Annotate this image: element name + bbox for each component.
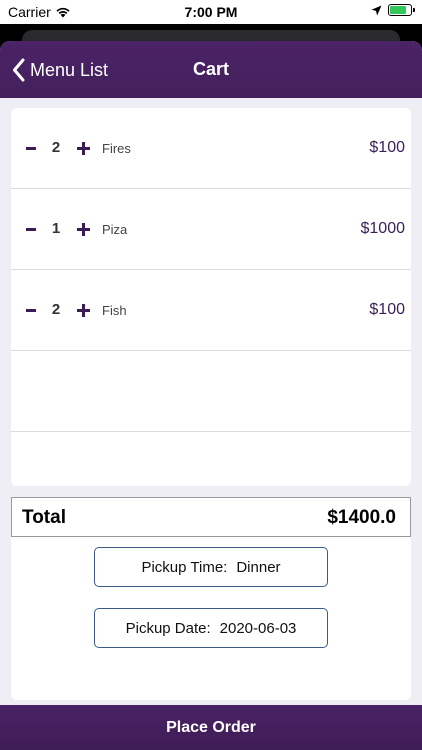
item-quantity: 2 bbox=[51, 301, 61, 318]
navigation-bar: Menu List Cart bbox=[0, 41, 422, 98]
total-label: Total bbox=[22, 507, 66, 528]
increase-quantity-button[interactable] bbox=[73, 217, 93, 241]
cart-item-row: 2 Fires $100 bbox=[11, 108, 411, 189]
increase-quantity-button[interactable] bbox=[73, 298, 93, 322]
item-name: Piza bbox=[102, 222, 128, 237]
battery-level bbox=[390, 6, 406, 14]
cart-item-row: 1 Piza $1000 bbox=[11, 189, 411, 270]
item-name: Fish bbox=[102, 303, 127, 318]
item-quantity: 1 bbox=[51, 220, 61, 237]
plus-icon bbox=[76, 222, 90, 236]
pickup-panel: Pickup Time: Dinner Pickup Date: 2020-06… bbox=[11, 537, 411, 700]
empty-row bbox=[11, 432, 411, 486]
item-quantity: 2 bbox=[51, 139, 61, 156]
status-bar: Carrier 7:00 PM bbox=[0, 0, 422, 24]
pickup-date-value: 2020-06-03 bbox=[219, 619, 297, 637]
decrease-quantity-button[interactable] bbox=[21, 217, 41, 241]
minus-icon bbox=[26, 308, 36, 312]
total-bar: Total $1400.0 bbox=[11, 497, 411, 537]
status-time: 7:00 PM bbox=[184, 4, 238, 20]
pickup-time-value: Dinner bbox=[236, 558, 281, 576]
plus-icon bbox=[76, 303, 90, 317]
battery-icon bbox=[388, 4, 415, 16]
pickup-date-button[interactable]: Pickup Date: 2020-06-03 bbox=[94, 608, 328, 648]
item-price: $100 bbox=[369, 139, 405, 156]
minus-icon bbox=[26, 146, 36, 150]
decrease-quantity-button[interactable] bbox=[21, 298, 41, 322]
place-order-button[interactable]: Place Order bbox=[0, 705, 422, 750]
increase-quantity-button[interactable] bbox=[73, 136, 93, 160]
item-price: $100 bbox=[369, 301, 405, 318]
decrease-quantity-button[interactable] bbox=[21, 136, 41, 160]
total-value: $1400.0 bbox=[327, 507, 396, 528]
item-name: Fires bbox=[102, 141, 131, 156]
item-price: $1000 bbox=[360, 220, 406, 237]
cart-screen: Menu List Cart 2 Fires $100 1 Piza $1000… bbox=[0, 41, 422, 750]
pickup-date-label: Pickup Date: bbox=[125, 619, 211, 637]
cart-item-row: 2 Fish $100 bbox=[11, 270, 411, 351]
location-arrow-icon bbox=[371, 5, 382, 15]
minus-icon bbox=[26, 227, 36, 231]
page-title: Cart bbox=[192, 59, 229, 79]
pickup-time-button[interactable]: Pickup Time: Dinner bbox=[94, 547, 328, 587]
empty-row bbox=[11, 351, 411, 432]
plus-icon bbox=[76, 141, 90, 155]
cart-item-list: 2 Fires $100 1 Piza $1000 2 Fish $100 bbox=[11, 108, 411, 486]
pickup-time-label: Pickup Time: bbox=[141, 558, 228, 576]
status-right bbox=[371, 4, 415, 16]
